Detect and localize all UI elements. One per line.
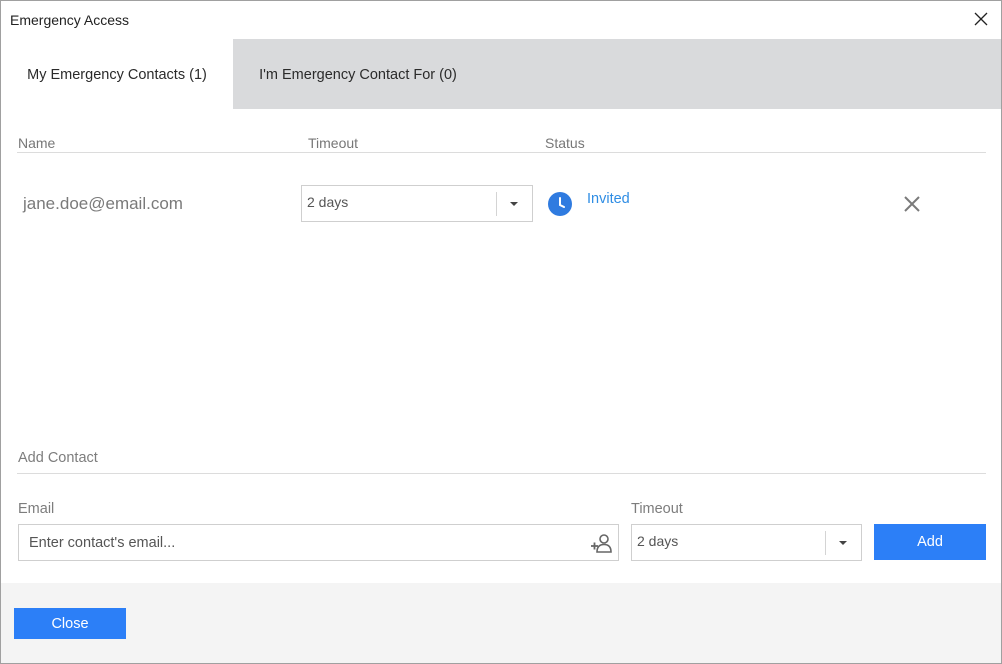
tab-my-emergency-contacts[interactable]: My Emergency Contacts (1) xyxy=(1,39,233,109)
chevron-down-icon xyxy=(839,541,847,545)
header-divider xyxy=(17,152,986,153)
column-header-timeout: Timeout xyxy=(308,135,359,151)
add-contact-heading: Add Contact xyxy=(18,450,98,466)
contact-timeout-value: 2 days xyxy=(307,194,349,210)
window-title: Emergency Access xyxy=(10,12,130,28)
contact-email: jane.doe@email.com xyxy=(23,194,183,213)
email-label: Email xyxy=(18,501,55,517)
select-divider xyxy=(496,192,497,216)
contact-timeout-select[interactable]: 2 days xyxy=(301,185,533,222)
close-window-icon[interactable] xyxy=(973,11,989,27)
add-person-icon[interactable] xyxy=(590,533,612,553)
clock-icon xyxy=(548,192,572,216)
tab-bar: My Emergency Contacts (1) I'm Emergency … xyxy=(1,39,1001,109)
status-invited-link[interactable]: Invited xyxy=(587,191,630,207)
close-icon[interactable] xyxy=(903,195,921,213)
email-field-wrapper xyxy=(18,524,619,561)
dialog-footer: Close xyxy=(1,583,1001,663)
tab-im-emergency-contact-for[interactable]: I'm Emergency Contact For (0) xyxy=(233,39,483,109)
chevron-down-icon xyxy=(510,202,518,206)
timeout-label: Timeout xyxy=(631,501,683,517)
add-timeout-select[interactable]: 2 days xyxy=(631,524,862,561)
column-header-name: Name xyxy=(18,135,56,151)
add-timeout-value: 2 days xyxy=(637,533,679,549)
title-bar: Emergency Access xyxy=(1,1,1001,39)
email-field[interactable] xyxy=(19,525,579,560)
column-header-status: Status xyxy=(545,135,585,151)
add-button[interactable]: Add xyxy=(874,524,986,560)
select-divider xyxy=(825,531,826,555)
close-button[interactable]: Close xyxy=(14,608,126,639)
emergency-access-dialog: Emergency Access My Emergency Contacts (… xyxy=(0,0,1002,664)
add-contact-divider xyxy=(17,473,986,474)
